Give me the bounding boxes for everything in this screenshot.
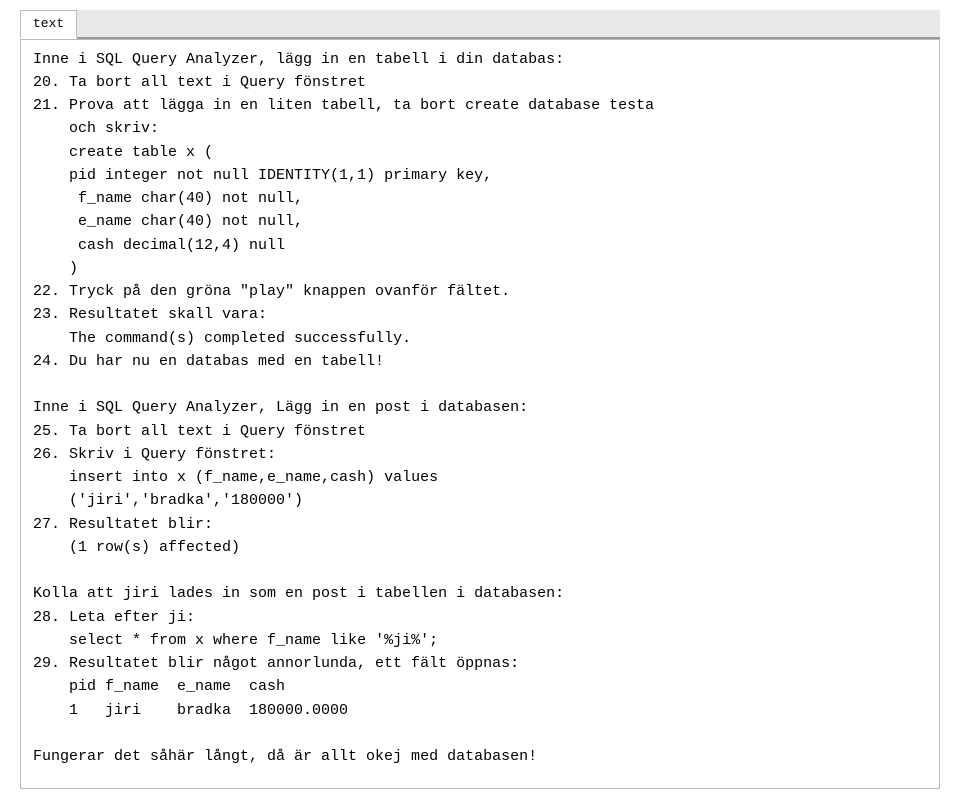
main-area: Inne i SQL Query Analyzer, lägg in en ta… bbox=[20, 39, 940, 789]
content-line: insert into x (f_name,e_name,cash) value… bbox=[33, 466, 927, 489]
tab-text[interactable]: text bbox=[20, 10, 77, 39]
content-line: The command(s) completed successfully. bbox=[33, 327, 927, 350]
content-line: Inne i SQL Query Analyzer, lägg in en ta… bbox=[33, 48, 927, 71]
content-line: 25. Ta bort all text i Query fönstret bbox=[33, 420, 927, 443]
content-line: 1 jiri bradka 180000.0000 bbox=[33, 699, 927, 722]
content-line: cash decimal(12,4) null bbox=[33, 234, 927, 257]
content-line: 23. Resultatet skall vara: bbox=[33, 303, 927, 326]
content-line: f_name char(40) not null, bbox=[33, 187, 927, 210]
content-line: Inne i SQL Query Analyzer, Lägg in en po… bbox=[33, 396, 927, 419]
content-line: 28. Leta efter ji: bbox=[33, 606, 927, 629]
content-line bbox=[33, 722, 927, 745]
content-line: (1 row(s) affected) bbox=[33, 536, 927, 559]
content-line bbox=[33, 559, 927, 582]
content-line: Kolla att jiri lades in som en post i ta… bbox=[33, 582, 927, 605]
content-line: select * from x where f_name like '%ji%'… bbox=[33, 629, 927, 652]
content-line bbox=[33, 373, 927, 396]
content-line: 24. Du har nu en databas med en tabell! bbox=[33, 350, 927, 373]
tab-bar: text bbox=[20, 10, 940, 39]
content-line: och skriv: bbox=[33, 117, 927, 140]
content-line: 29. Resultatet blir något annorlunda, et… bbox=[33, 652, 927, 675]
content-line: e_name char(40) not null, bbox=[33, 210, 927, 233]
content-line: 20. Ta bort all text i Query fönstret bbox=[33, 71, 927, 94]
content-line: ('jiri','bradka','180000') bbox=[33, 489, 927, 512]
content-line: Fungerar det såhär långt, då är allt oke… bbox=[33, 745, 927, 768]
content-line: 22. Tryck på den gröna "play" knappen ov… bbox=[33, 280, 927, 303]
content-line: pid integer not null IDENTITY(1,1) prima… bbox=[33, 164, 927, 187]
content-line: 26. Skriv i Query fönstret: bbox=[33, 443, 927, 466]
content-line: ) bbox=[33, 257, 927, 280]
content-line: pid f_name e_name cash bbox=[33, 675, 927, 698]
content-line: 21. Prova att lägga in en liten tabell, … bbox=[33, 94, 927, 117]
content-line: 27. Resultatet blir: bbox=[33, 513, 927, 536]
content-line: create table x ( bbox=[33, 141, 927, 164]
content-block: Inne i SQL Query Analyzer, lägg in en ta… bbox=[33, 48, 927, 769]
